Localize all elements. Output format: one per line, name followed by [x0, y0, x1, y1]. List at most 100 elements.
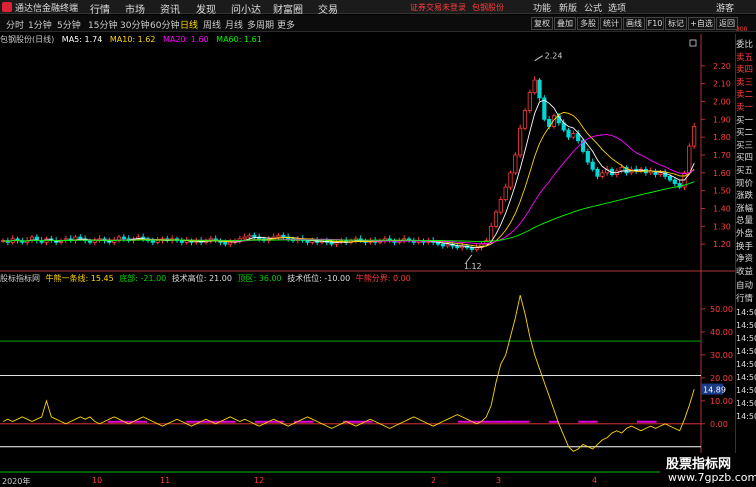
user-label[interactable]: 游客	[716, 1, 734, 14]
candle-body	[179, 240, 184, 243]
x-label-year: 2020年	[2, 477, 31, 486]
quote-label: 外盘	[736, 229, 754, 239]
quote-label: 卖五	[736, 52, 754, 63]
candle-body	[493, 211, 499, 227]
period-toolbar: 分时 1分钟 5分钟 15分钟 30分钟 60分钟 日线 周线 月线 多周期 更…	[0, 15, 756, 32]
period-month[interactable]: 月线	[225, 18, 243, 31]
period-15min[interactable]: 15分钟	[88, 18, 117, 31]
quote-label: 换手	[736, 241, 754, 252]
quote-label: 买五	[736, 166, 754, 176]
period-fenshi[interactable]: 分时	[6, 18, 24, 31]
candle-body	[672, 179, 677, 184]
candle-body	[305, 240, 310, 243]
quote-label: 卖四	[736, 65, 754, 76]
period-multi[interactable]: 多周期	[247, 18, 274, 31]
indicator-chart[interactable]: 50.00 40.00 30.00 20.00 10.00 0.00 14.89	[0, 272, 735, 476]
y-tick-label: 1.60	[713, 169, 731, 178]
candle-body	[150, 240, 155, 243]
indicator-line6: 牛熊分界: 0.00	[355, 274, 411, 283]
period-1min[interactable]: 1分钟	[28, 18, 52, 31]
x-axis: 2020年 10 11 12 2 3 4	[0, 476, 660, 487]
period-day[interactable]: 日线	[180, 18, 198, 31]
huaxian-button[interactable]: 画线	[623, 17, 645, 30]
app-title: 通达信金融终端	[15, 4, 79, 14]
y-tick-label: 1.70	[713, 151, 731, 160]
menu-faxian[interactable]: 发现	[196, 1, 216, 16]
menu-shichang[interactable]: 市场	[125, 1, 145, 16]
period-more[interactable]: 更多	[277, 18, 295, 31]
menu-zixun[interactable]: 资讯	[160, 1, 180, 16]
candle-body	[87, 240, 93, 243]
indicator-background	[0, 272, 735, 476]
kline-chart[interactable]: 2.20 2.10 2.00 1.90 1.80 1.70 1.60 1.50 1.40 1.30…	[0, 34, 735, 272]
menu-hangqing[interactable]: 行情	[90, 1, 110, 16]
candle-body	[121, 236, 126, 240]
y-tick-label: 2.20	[713, 62, 731, 71]
biaoji-button[interactable]: 标记	[665, 17, 687, 30]
candle-body	[92, 240, 97, 243]
x-label-apr: 4	[592, 476, 598, 485]
candle-body	[522, 110, 528, 129]
x-label-mar: 3	[496, 476, 502, 485]
indicator-line5: 技术低位: -10.00	[287, 274, 351, 283]
duogu-button[interactable]: 多股	[577, 17, 599, 30]
quote-label: 涨跌	[736, 191, 754, 202]
tick-time: 14:50	[736, 386, 756, 395]
indicator-header: 股标指标网 牛熊一条线: 15.45 底部: -21.00 技术高位: 21.0…	[0, 273, 414, 285]
kline-background	[0, 34, 735, 272]
f10-button[interactable]: F10	[646, 17, 664, 30]
add-watchlist-button[interactable]: +自选	[688, 17, 715, 30]
stock-tag[interactable]: 包钢股份	[472, 2, 504, 13]
menu-jiaoyi[interactable]: 交易	[318, 1, 338, 16]
tongji-button[interactable]: 统计	[600, 17, 622, 30]
menu-wenxiaoda[interactable]: 问小达	[231, 1, 261, 16]
tick-time: 14:50	[736, 399, 756, 408]
y-tick-label: 1.20	[713, 240, 731, 249]
period-week[interactable]: 周线	[203, 18, 221, 31]
period-5min[interactable]: 5分钟	[57, 18, 81, 31]
tick-time: 14:50	[736, 321, 756, 330]
watermark-title: 股票指标网	[666, 457, 732, 472]
period-30min[interactable]: 30分钟	[120, 18, 149, 31]
candle-body	[247, 234, 252, 238]
quote-label: 委比	[736, 40, 754, 50]
y-tick-label: 2.00	[713, 98, 731, 107]
menu-xinban[interactable]: 新版	[559, 1, 577, 14]
tick-time: 14:50	[736, 373, 756, 382]
quote-label: 卖一	[736, 103, 754, 113]
y-tick-label: 1.90	[713, 115, 731, 124]
candle-body	[513, 154, 518, 174]
tick-time: 14:50	[736, 360, 756, 369]
menu-gongneng[interactable]: 功能	[533, 1, 551, 14]
login-warning[interactable]: 证券交易未登录	[410, 2, 466, 13]
menu-caifuquan[interactable]: 财富圈	[273, 1, 303, 16]
low-annotation-label: 1.12	[464, 262, 482, 271]
candle-body	[228, 241, 233, 245]
candle-body	[692, 126, 697, 147]
candle-body	[455, 245, 460, 249]
y-tick-label: 1.80	[713, 133, 731, 142]
back-button[interactable]: 返回	[716, 17, 738, 30]
period-60min[interactable]: 60分钟	[150, 18, 179, 31]
candle-body	[658, 172, 663, 176]
candle-body	[600, 172, 605, 177]
panel-extra-label[interactable]: 行情	[736, 292, 756, 304]
candle-body	[223, 241, 228, 245]
indicator-line2: 底部: -21.00	[119, 274, 167, 283]
indicator-line3: 技术高位: 21.00	[171, 274, 232, 283]
menu-gongshi[interactable]: 公式	[584, 1, 602, 14]
panel-extra-label[interactable]: 自动	[736, 279, 756, 291]
ma5-label: MA5: 1.74	[61, 35, 103, 44]
tick-time: 14:50	[736, 347, 756, 356]
quote-side-panel: 300 委比 卖五 卖四 卖三 卖二 卖一 买一 买二 买三 买四 买五 现价 涨跌 涨幅 总量 外盘 换手 净资收…	[735, 26, 756, 487]
quote-label: 卖三	[736, 77, 754, 88]
menu-xuanxiang[interactable]: 选项	[608, 1, 626, 14]
candle-body	[440, 243, 445, 247]
fuquan-button[interactable]: 复权	[531, 17, 553, 30]
candle-body	[619, 167, 624, 172]
watermark: 股票指标网 www.7gpzb.com	[660, 453, 756, 487]
diejia-button[interactable]: 叠加	[554, 17, 576, 30]
indicator-y-label: 10.00	[710, 397, 733, 406]
candle-body	[445, 243, 450, 247]
candle-body	[489, 225, 494, 241]
